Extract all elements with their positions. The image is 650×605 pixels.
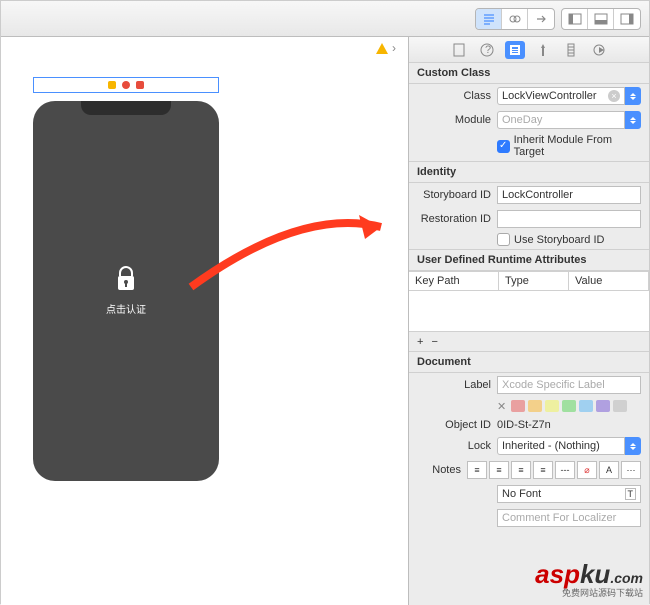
notes-toolbar[interactable]: ≡ ≡ ≡ ≡ --- ⌀ A ⋯: [467, 461, 641, 479]
udra-header: User Defined Runtime Attributes: [409, 249, 649, 271]
vc-icon[interactable]: [108, 81, 116, 89]
align-right-icon[interactable]: ≡: [511, 461, 531, 479]
attributes-tab-icon[interactable]: [533, 41, 553, 59]
swatch[interactable]: [511, 400, 525, 412]
label-color-swatches[interactable]: ✕: [497, 400, 641, 413]
help-tab-icon[interactable]: ?: [477, 41, 497, 59]
device-preview[interactable]: 点击认证: [33, 101, 219, 481]
class-field[interactable]: LockViewController×: [497, 87, 641, 105]
label-label: Label: [417, 379, 491, 391]
align-justify-icon[interactable]: ≡: [533, 461, 553, 479]
custom-class-header: Custom Class: [409, 62, 649, 84]
chevron-right-icon: ›: [392, 41, 396, 55]
swatch[interactable]: [545, 400, 559, 412]
notch: [81, 101, 171, 115]
col-value[interactable]: Value: [569, 272, 649, 290]
color-icon[interactable]: A: [599, 461, 619, 479]
file-tab-icon[interactable]: [449, 41, 469, 59]
connections-tab-icon[interactable]: [589, 41, 609, 59]
more-icon[interactable]: ⋯: [621, 461, 641, 479]
clear-swatch[interactable]: ✕: [497, 400, 506, 413]
udra-table[interactable]: Key Path Type Value +−: [409, 271, 649, 352]
strike-icon[interactable]: ⌀: [577, 461, 597, 479]
warning-icon: [376, 43, 388, 54]
use-storyboard-label: Use Storyboard ID: [514, 234, 604, 246]
module-label: Module: [417, 114, 491, 126]
comment-field[interactable]: Comment For Localizer: [497, 509, 641, 527]
storyboard-id-label: Storyboard ID: [417, 189, 491, 201]
document-header: Document: [409, 351, 649, 373]
restoration-id-label: Restoration ID: [417, 213, 491, 225]
issue-indicator[interactable]: ›: [376, 41, 396, 55]
align-left-icon[interactable]: ≡: [467, 461, 487, 479]
swatch[interactable]: [579, 400, 593, 412]
storyboard-id-field[interactable]: LockController: [497, 186, 641, 204]
lock-select[interactable]: Inherited - (Nothing): [497, 437, 641, 455]
view-mode-segment[interactable]: [475, 8, 555, 30]
panel-toggle-segment[interactable]: [561, 8, 641, 30]
bottom-panel-icon[interactable]: [588, 9, 614, 29]
font-picker-icon[interactable]: T: [625, 488, 637, 500]
use-storyboard-checkbox[interactable]: [497, 233, 510, 246]
restoration-id-field[interactable]: [497, 210, 641, 228]
module-field[interactable]: OneDay: [497, 111, 641, 129]
dropdown-icon[interactable]: [625, 111, 641, 129]
inspector-tabs[interactable]: ?: [409, 37, 649, 63]
inspector-panel: ? Custom Class Class LockViewController×…: [409, 37, 649, 605]
swatch[interactable]: [528, 400, 542, 412]
notes-label: Notes: [417, 464, 461, 476]
dropdown-icon[interactable]: [625, 87, 641, 105]
udra-body[interactable]: [409, 291, 649, 331]
remove-button[interactable]: −: [431, 336, 437, 348]
standard-editor-icon[interactable]: [476, 9, 502, 29]
lock-label: Lock: [417, 440, 491, 452]
dropdown-icon[interactable]: [625, 437, 641, 455]
storyboard-canvas[interactable]: › 点击认证: [1, 37, 409, 605]
swatch[interactable]: [596, 400, 610, 412]
first-responder-icon[interactable]: [122, 81, 130, 89]
class-label: Class: [417, 90, 491, 102]
lock-icon: [115, 266, 137, 292]
identity-tab-icon[interactable]: [505, 41, 525, 59]
add-button[interactable]: +: [417, 336, 423, 348]
svg-text:?: ?: [485, 44, 491, 56]
right-panel-icon[interactable]: [614, 9, 640, 29]
left-panel-icon[interactable]: [562, 9, 588, 29]
col-keypath[interactable]: Key Path: [409, 272, 499, 290]
size-tab-icon[interactable]: [561, 41, 581, 59]
object-id-value: 0ID-St-Z7n: [497, 419, 641, 431]
scene-dock[interactable]: [33, 77, 219, 93]
inherit-checkbox[interactable]: [497, 140, 510, 153]
label-field[interactable]: Xcode Specific Label: [497, 376, 641, 394]
lock-label: 点击认证: [106, 301, 146, 316]
swatch[interactable]: [562, 400, 576, 412]
identity-header: Identity: [409, 161, 649, 183]
watermark: aspku.com 免费网站源码下载站: [535, 559, 643, 599]
assistant-editor-icon[interactable]: [502, 9, 528, 29]
exit-icon[interactable]: [136, 81, 144, 89]
dash-icon[interactable]: ---: [555, 461, 575, 479]
align-center-icon[interactable]: ≡: [489, 461, 509, 479]
object-id-label: Object ID: [417, 419, 491, 431]
font-field[interactable]: No FontT: [497, 485, 641, 503]
swatch[interactable]: [613, 400, 627, 412]
clear-icon[interactable]: ×: [608, 90, 620, 102]
window-toolbar: [1, 1, 649, 37]
version-editor-icon[interactable]: [528, 9, 554, 29]
inherit-label: Inherit Module From Target: [514, 134, 641, 158]
col-type[interactable]: Type: [499, 272, 569, 290]
